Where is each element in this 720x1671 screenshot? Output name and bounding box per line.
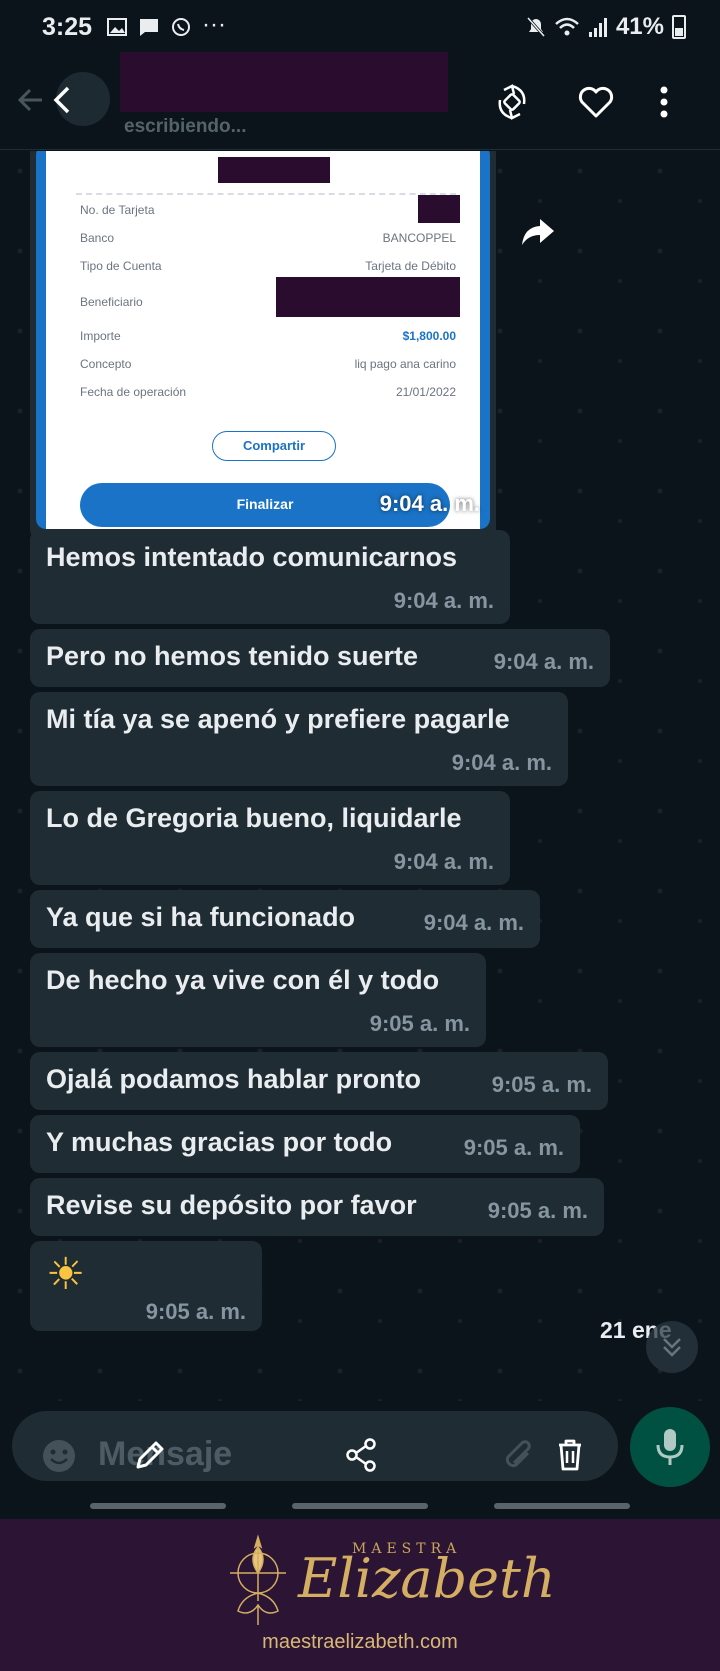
message-bubble[interactable]: Lo de Gregoria bueno, liquidarle 9:04 a.… (30, 791, 510, 885)
scroll-down-button[interactable] (646, 1321, 698, 1373)
receipt-label: Concepto (80, 357, 132, 371)
message-bubble[interactable]: ☀ 9:05 a. m. (30, 1241, 262, 1331)
message-time: 9:05 a. m. (145, 1299, 246, 1324)
share-icon[interactable] (342, 1435, 382, 1475)
nav-handle (292, 1503, 428, 1509)
message-bubble[interactable]: Pero no hemos tenido suerte 9:04 a. m. (30, 629, 610, 687)
receipt-card: No. de Tarjeta Banco BANCOPPEL Tipo de C… (46, 151, 480, 529)
brand-name: Elizabeth (298, 1547, 556, 1610)
trash-icon[interactable] (550, 1435, 590, 1475)
message-time: 9:05 a. m. (369, 1011, 470, 1036)
message-text: Ya que si ha funcionado (46, 902, 356, 932)
edit-pencil-icon[interactable] (130, 1435, 170, 1475)
message-time: 9:04 a. m. (379, 491, 480, 516)
message-bubble[interactable]: Ya que si ha funcionado 9:04 a. m. (30, 890, 540, 948)
receipt-value: liq pago ana carino (354, 357, 456, 371)
double-chevron-down-icon (663, 1338, 681, 1357)
message-time: 9:05 a. m. (463, 1135, 564, 1160)
share-button: Compartir (212, 431, 336, 461)
receipt-label: Fecha de operación (80, 385, 187, 399)
receipt-value: Tarjeta de Débito (365, 259, 456, 273)
message-time: 9:04 a. m. (393, 588, 494, 613)
message-bubble[interactable]: Ojalá podamos hablar pronto 9:05 a. m. (30, 1052, 608, 1110)
signal-icon (588, 18, 607, 37)
input-bar: Mensaje (0, 1401, 720, 1519)
gallery-icon (107, 18, 127, 36)
message-text: Y muchas gracias por todo (46, 1127, 393, 1157)
candle-emblem-logo (230, 1534, 286, 1625)
redacted-beneficiary (276, 277, 460, 317)
message-text: Revise su depósito por favor (46, 1190, 417, 1220)
message-text: Lo de Gregoria bueno, liquidarle (46, 803, 462, 833)
message-text: Pero no hemos tenido suerte (46, 641, 419, 671)
message-bubble[interactable]: Mi tía ya se apenó y prefiere pagarle 9:… (30, 692, 568, 786)
message-text: De hecho ya vive con él y todo (46, 965, 440, 995)
battery-icon (672, 15, 686, 39)
message-bubble[interactable]: Y muchas gracias por todo 9:05 a. m. (30, 1115, 580, 1173)
message-time: 9:04 a. m. (493, 649, 594, 674)
message-time: 9:04 a. m. (451, 750, 552, 775)
message-text: Ojalá podamos hablar pronto (46, 1064, 422, 1094)
message-text: Mi tía ya se apenó y prefiere pagarle (46, 704, 510, 734)
redacted-card-number (418, 195, 460, 223)
nav-handle (90, 1503, 226, 1509)
brand-banner: MAESTRA Elizabeth maestraelizabeth.com (0, 1519, 720, 1671)
receipt-value: BANCOPPEL (382, 231, 456, 245)
message-time: 9:04 a. m. (423, 910, 524, 935)
message-time: 9:05 a. m. (491, 1072, 592, 1097)
message-time: 9:04 a. m. (393, 849, 494, 874)
message-icon (140, 19, 158, 36)
attach-icon[interactable] (500, 1437, 538, 1475)
receipt-divider (76, 193, 456, 195)
status-notifications: ··· (106, 11, 226, 38)
receipt-amount: $1,800.00 (402, 329, 456, 343)
transfer-receipt-image: No. de Tarjeta Banco BANCOPPEL Tipo de C… (36, 151, 490, 529)
receipt-label: Banco (80, 231, 115, 245)
heart-icon[interactable] (576, 82, 616, 122)
receipt-value: 21/01/2022 (395, 385, 456, 399)
redacted-contact-name (120, 52, 448, 112)
message-bubble[interactable]: De hecho ya vive con él y todo 9:05 a. m… (30, 953, 486, 1047)
forward-icon[interactable] (520, 213, 556, 249)
nav-handle (494, 1503, 630, 1509)
typing-status: escribiendo... (124, 116, 247, 137)
emoji-icon[interactable] (40, 1437, 78, 1475)
chat-header: escribiendo... (0, 52, 720, 150)
receipt-label: No. de Tarjeta (80, 203, 155, 217)
more-options-icon[interactable] (650, 82, 690, 122)
status-time: 3:25 (42, 13, 93, 41)
message-time: 9:05 a. m. (487, 1198, 588, 1223)
mic-icon (656, 1429, 684, 1465)
receipt-label: Tipo de Cuenta (80, 259, 162, 273)
whatsapp-icon (172, 18, 190, 36)
chevron-left-icon[interactable] (48, 80, 78, 120)
redacted-title (218, 157, 330, 183)
wifi-icon (555, 17, 579, 36)
receipt-label: Importe (80, 329, 121, 343)
mic-button[interactable] (630, 1407, 710, 1487)
more-notifications-icon: ··· (202, 11, 226, 38)
message-input[interactable]: Mensaje (12, 1411, 618, 1481)
receipt-label: Beneficiario (80, 295, 143, 309)
back-arrow-icon[interactable] (12, 80, 52, 120)
image-message[interactable]: No. de Tarjeta Banco BANCOPPEL Tipo de C… (30, 151, 496, 541)
battery-percent: 41% (615, 13, 664, 40)
chat-area[interactable]: No. de Tarjeta Banco BANCOPPEL Tipo de C… (0, 151, 720, 1401)
message-text: Hemos intentado comunicarnos (46, 542, 458, 572)
message-bubble[interactable]: Hemos intentado comunicarnos 9:04 a. m. (30, 530, 510, 624)
rotate-icon[interactable] (492, 82, 532, 122)
status-bar: 3:25 ··· 41% (0, 0, 720, 52)
status-right: 41% (526, 13, 686, 41)
message-bubble[interactable]: Revise su depósito por favor 9:05 a. m. (30, 1178, 604, 1236)
sun-emoji: ☀ (46, 1250, 86, 1299)
mute-icon (526, 17, 546, 37)
brand-url: maestraelizabeth.com (262, 1631, 458, 1653)
